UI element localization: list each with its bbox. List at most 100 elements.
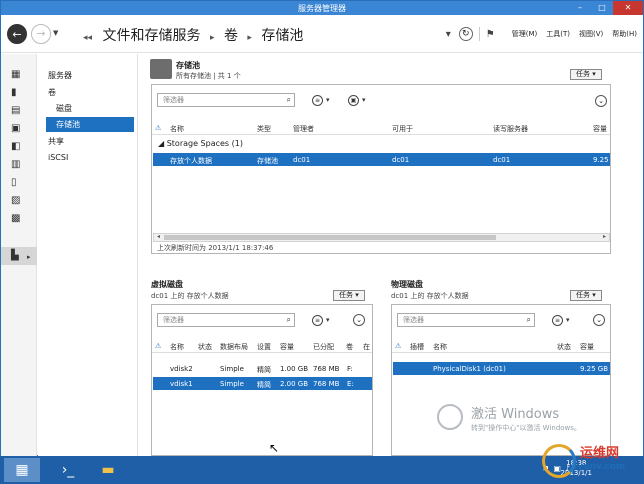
col-name[interactable]: 名称 [170,124,184,134]
col-rw-server[interactable]: 读写服务器 [493,124,528,134]
save-query-button[interactable]: ▣ ▾ [348,95,366,106]
site-watermark-en: iyunv.com [574,462,626,472]
table-row[interactable]: vdisk2 Simple 精简 1.00 GB 768 MB F: [153,362,372,375]
cell-provisioning: 精简 [257,366,271,374]
dropdown-arrow-icon[interactable]: ▾ [446,29,451,40]
site-logo-icon [542,444,576,478]
table-row[interactable]: PhysicalDisk1 (dc01) 9.25 GB [393,362,610,375]
physical-disks-filter-input[interactable]: 筛选器 ⌕ [397,313,535,327]
storage-pools-filter-input[interactable]: 筛选器 ⌕ [157,93,295,107]
col-available-to[interactable]: 可用于 [392,124,413,134]
activation-watermark: 激活 Windows 转到"操作中心"以激活 Windows。 [471,403,581,433]
cell-available-to: dc01 [392,156,410,164]
list-options-button[interactable]: ≡ ▾ [312,315,330,326]
table-row[interactable]: vdisk1 Simple 精简 2.00 GB 768 MB E: [153,377,372,390]
list-options-button[interactable]: ≡ ▾ [552,315,570,326]
file-services-icon[interactable]: ▯ [11,178,23,188]
horizontal-scrollbar[interactable]: ◂ ▸ [153,233,610,242]
breadcrumb-separator-icon: ▸ [209,33,215,43]
ad-ds-icon[interactable]: ▣ [11,124,23,134]
menu-tools[interactable]: 工具(T) [546,29,570,39]
window-title: 服务器管理器 [298,4,346,13]
cell-capacity: 9.25 G [593,156,617,164]
storage-pools-tasks-button[interactable]: 任务 ▾ [570,69,602,80]
site-watermark-cn: 运维网 [580,446,620,461]
menu-manage[interactable]: 管理(M) [512,29,538,39]
col-slot[interactable]: 插槽 [410,342,424,352]
list-options-button[interactable]: ≡ ▾ [312,95,330,106]
virtual-disks-filter-input[interactable]: 筛选器 ⌕ [157,313,295,327]
taskbar-server-manager-icon[interactable]: ▦ [4,458,40,482]
file-storage-icon[interactable]: ▙ [11,251,23,261]
all-servers-icon[interactable]: ▤ [11,106,23,116]
col-name[interactable]: 名称 [433,342,447,352]
sidebar-item-storage-pools[interactable]: 存储池 [46,117,134,132]
storage-pools-subtitle: 所有存储池 | 共 1 个 [176,72,241,80]
col-layout[interactable]: 数据布局 [220,342,248,352]
col-type[interactable]: 类型 [257,124,271,134]
collapse-icon[interactable]: ⌄ [593,314,605,326]
sidebar-item-volumes[interactable]: 卷 [48,85,56,100]
sidebar-item-shares[interactable]: 共享 [48,134,64,149]
file-storage-nav-panel: 服务器 卷 磁盘 存储池 共享 iSCSI [38,54,138,456]
save-icon: ▣ [348,95,359,106]
group-storage-spaces[interactable]: ◢ Storage Spaces (1) [158,139,243,148]
menu-view[interactable]: 视图(V) [579,29,603,39]
menu-help[interactable]: 帮助(H) [612,29,637,39]
forward-arrow-icon[interactable]: → [31,24,51,44]
virtual-disks-tasks-button[interactable]: 任务 ▾ [333,290,365,301]
collapse-icon[interactable]: ⌄ [353,314,365,326]
taskbar-explorer-icon[interactable]: ▬ [90,458,126,482]
breadcrumb-lead-icon: ◂◂ [83,33,93,43]
col-capacity[interactable]: 容量 [580,342,594,352]
search-icon: ⌕ [526,315,531,324]
cell-provisioning: 精简 [257,381,271,389]
cell-volume: E: [347,380,354,388]
scroll-left-icon[interactable]: ◂ [157,233,160,240]
col-more[interactable]: 在 [363,342,370,352]
cell-allocated: 768 MB [313,380,340,388]
refresh-icon[interactable]: ↻ [458,27,473,41]
scrollbar-thumb[interactable] [164,235,496,240]
warning-column-icon: ⚠ [395,342,402,350]
main-content: 存储池 所有存储池 | 共 1 个 任务 ▾ 筛选器 ⌕ ≡ ▾ ▣ ▾ ⌄ ⚠ 名称… [138,54,643,456]
sidebar-item-disks[interactable]: 磁盘 [56,101,72,116]
sidebar-item-servers[interactable]: 服务器 [48,68,72,83]
taskbar-powershell-icon[interactable]: ›_ [50,458,86,482]
breadcrumb-storage-pools[interactable]: 存储池 [261,28,303,44]
col-name[interactable]: 名称 [170,342,184,352]
cell-managed-by: dc01 [293,156,311,164]
local-server-icon[interactable]: ▮ [11,88,23,98]
col-managed-by[interactable]: 管理者 [293,124,314,134]
group-label: Storage Spaces (1) [166,139,243,148]
minimize-button[interactable]: – [569,1,591,15]
col-allocated[interactable]: 已分配 [313,342,334,352]
close-button[interactable]: ✕ [613,1,643,15]
roles-icon[interactable]: ▩ [11,214,23,224]
sidebar-item-iscsi[interactable]: iSCSI [48,150,68,165]
col-status[interactable]: 状态 [557,342,571,352]
dns-icon[interactable]: ▥ [11,160,23,170]
breadcrumb: ◂◂ 文件和存储服务 ▸ 卷 ▸ 存储池 [83,25,303,45]
collapse-icon[interactable]: ⌄ [595,95,607,107]
navigation-bar: ← → ▼ ◂◂ 文件和存储服务 ▸ 卷 ▸ 存储池 ▾ ↻ ⚑ 管理(M) 工… [1,15,643,53]
notification-flag-icon[interactable]: ⚑ [486,29,495,40]
breadcrumb-volumes[interactable]: 卷 [224,28,238,44]
col-capacity[interactable]: 容量 [593,124,607,134]
col-capacity[interactable]: 容量 [280,342,294,352]
dhcp-icon[interactable]: ◧ [11,142,23,152]
iis-icon[interactable]: ▨ [11,196,23,206]
scroll-right-icon[interactable]: ▸ [603,233,606,240]
storage-pool-icon [150,59,172,79]
col-provisioning[interactable]: 设置 [257,342,271,352]
server-manager-window: 服务器管理器 – □ ✕ ← → ▼ ◂◂ 文件和存储服务 ▸ 卷 ▸ 存储池 … [0,0,644,456]
history-dropdown-icon[interactable]: ▼ [53,29,58,37]
col-status[interactable]: 状态 [198,342,212,352]
maximize-button[interactable]: □ [591,1,613,15]
col-volume[interactable]: 卷 [346,342,353,352]
dashboard-icon[interactable]: ▦ [11,70,23,80]
physical-disks-tasks-button[interactable]: 任务 ▾ [570,290,602,301]
table-row[interactable]: 存放个人数据 存储池 dc01 dc01 dc01 9.25 G [153,153,616,166]
back-arrow-icon[interactable]: ← [7,24,27,44]
breadcrumb-file-storage[interactable]: 文件和存储服务 [103,28,201,44]
